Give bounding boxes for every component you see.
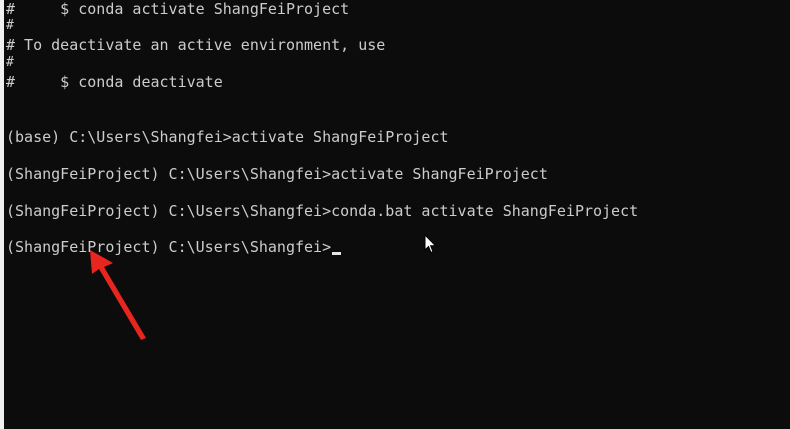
text-cursor bbox=[332, 252, 342, 255]
red-arrow-icon bbox=[90, 250, 146, 340]
console-line: (ShangFeiProject) C:\Users\Shangfei>cond… bbox=[6, 202, 639, 220]
prompt-text: (ShangFeiProject) C:\Users\Shangfei> bbox=[6, 238, 332, 256]
prompt-line[interactable]: (ShangFeiProject) C:\Users\Shangfei> bbox=[6, 237, 342, 257]
window-border bbox=[0, 0, 4, 429]
console-line: # bbox=[6, 55, 14, 70]
console-line: # $ conda deactivate bbox=[6, 73, 223, 91]
console-line: # $ conda activate ShangFeiProject bbox=[6, 0, 350, 18]
console-line: (ShangFeiProject) C:\Users\Shangfei>acti… bbox=[6, 165, 548, 183]
terminal-window[interactable]: # $ conda activate ShangFeiProject # # T… bbox=[0, 0, 790, 429]
console-line: (base) C:\Users\Shangfei>activate ShangF… bbox=[6, 128, 449, 146]
console-line: # To deactivate an active environment, u… bbox=[6, 36, 386, 54]
mouse-pointer-icon bbox=[424, 234, 437, 254]
console-output[interactable]: # $ conda activate ShangFeiProject # # T… bbox=[6, 0, 790, 429]
console-line: # bbox=[6, 18, 14, 33]
